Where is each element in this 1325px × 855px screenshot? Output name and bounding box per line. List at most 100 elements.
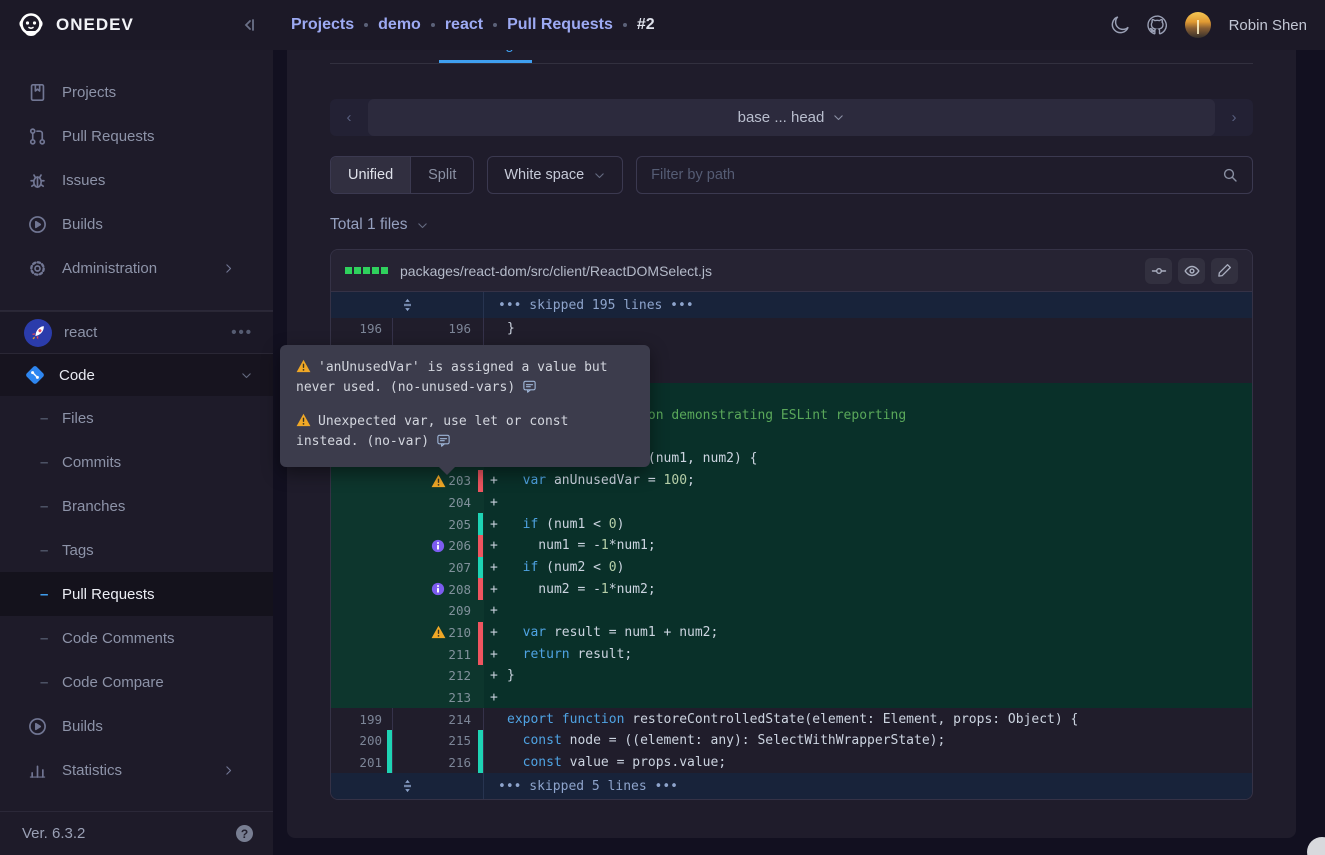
breadcrumb-demo[interactable]: demo [378,16,421,34]
view-commit-button[interactable] [1145,258,1172,284]
commit-icon [1151,263,1167,279]
book-icon [26,83,48,102]
new-line-number: 213 [393,687,484,709]
diff-sign: + [490,473,507,488]
dark-mode-icon[interactable] [1111,16,1129,34]
help-icon[interactable]: ? [236,825,253,842]
total-files-toggle[interactable]: Total 1 files [330,216,1253,234]
sidebar-item-statistics[interactable]: Statistics [0,748,273,792]
sidebar-subitem-commits[interactable]: –Commits [0,440,273,484]
diff-sign: + [490,582,507,597]
chevron-right-icon [217,764,239,777]
sidebar-subitem-files[interactable]: –Files [0,396,273,440]
breadcrumb-react[interactable]: react [445,16,483,34]
user-avatar[interactable] [1185,12,1211,38]
sidebar-subitem-code-compare[interactable]: –Code Compare [0,660,273,704]
old-line-number [331,513,393,535]
code-content: + if (num2 < 0) [484,557,1252,579]
breadcrumb-projects[interactable]: Projects [291,16,354,34]
navbar-actions: Robin Shen [1111,12,1325,38]
sidebar-subitem-code-comments[interactable]: –Code Comments [0,616,273,660]
collapse-sidebar-icon[interactable] [241,17,257,33]
diff-row-line-215[interactable]: 200215 const node = ((element: any): Sel… [331,730,1252,752]
change-blocks-indicator [345,267,388,274]
sidebar-subitem-label: Code Comments [62,630,253,647]
diff-row-line-196[interactable]: 196196} [331,318,1252,340]
next-file-arrow[interactable]: › [1215,109,1253,126]
tooltip-arrow [438,466,456,475]
diff-row-line-213[interactable]: 213+ [331,687,1252,709]
search-icon[interactable] [1222,167,1238,183]
project-name: react [64,324,231,341]
navbar-brand-area: ONEDEV [0,0,273,50]
diff-row-line-216[interactable]: 201216 const value = props.value; [331,752,1252,774]
sidebar-subitem-label: Tags [62,542,253,559]
sidebar-item-builds[interactable]: Builds [0,704,273,748]
expand-lines-button[interactable] [331,292,484,318]
diff-row-line-207[interactable]: 207+ if (num2 < 0) [331,557,1252,579]
breadcrumb-pull-requests[interactable]: Pull Requests [507,16,613,34]
code-content: + [484,600,1252,622]
diff-row-line-204[interactable]: 204+ [331,492,1252,514]
floating-button-peek[interactable] [1307,837,1325,855]
github-icon[interactable] [1147,15,1167,35]
lint-problem: 'anUnusedVar' is assigned a value but ne… [296,358,634,398]
split-mode-button[interactable]: Split [410,157,473,193]
sidebar-subitem-label: Branches [62,498,253,515]
diff-row-line-206[interactable]: 206+ num1 = -1*num1; [331,535,1252,557]
sidebar-item-pull-requests[interactable]: Pull Requests [0,114,273,158]
skipped-lines-label: ••• skipped 195 lines ••• [484,292,694,318]
dash-bullet: – [40,542,62,559]
add-comment-icon[interactable] [522,379,537,394]
unified-mode-button[interactable]: Unified [331,157,410,193]
breadcrumb-separator [493,23,497,27]
sidebar-subitem-branches[interactable]: –Branches [0,484,273,528]
diff-row-line-208[interactable]: 208+ num2 = -1*num2; [331,578,1252,600]
dash-bullet: – [40,454,62,471]
sidebar-project-react[interactable]: react ••• [0,311,273,354]
info-icon[interactable] [431,582,445,596]
new-line-number: 196 [393,318,484,340]
diff-row-line-205[interactable]: 205+ if (num1 < 0) [331,513,1252,535]
sidebar-item-builds[interactable]: Builds [0,202,273,246]
path-filter-input[interactable] [651,167,1222,183]
previous-file-arrow[interactable]: ‹ [330,109,368,126]
sidebar-item-projects[interactable]: Projects [0,70,273,114]
diff-row-line-212[interactable]: 212+} [331,665,1252,687]
edit-file-button[interactable] [1211,258,1238,284]
sidebar-item-issues[interactable]: Issues [0,158,273,202]
brand-name: ONEDEV [56,15,241,35]
project-more-button[interactable]: ••• [231,324,253,341]
whitespace-dropdown[interactable]: White space [487,156,623,194]
diff-row-line-210[interactable]: 210+ var result = num1 + num2; [331,622,1252,644]
add-comment-icon[interactable] [436,433,451,448]
warning-icon[interactable] [431,625,446,639]
revision-selector-button[interactable]: base ... head [368,99,1215,136]
code-content: + [484,492,1252,514]
play-icon [26,717,48,736]
diff-row-line-214[interactable]: 199214export function restoreControlledS… [331,708,1252,730]
new-line-number: 214 [393,708,484,730]
old-line-number [331,687,393,709]
sidebar-subitem-tags[interactable]: –Tags [0,528,273,572]
user-name[interactable]: Robin Shen [1229,17,1307,34]
new-line-number: 211 [393,643,484,665]
diff-row-line-211[interactable]: 211+ return result; [331,643,1252,665]
sidebar-item-administration[interactable]: Administration [0,246,273,290]
new-line-number: 208 [393,578,484,600]
coverage-bar-new [478,557,483,579]
diff-row-line-209[interactable]: 209+ [331,600,1252,622]
revision-range-label: base ... head [738,109,825,126]
pr-icon [26,127,48,146]
sidebar-subitem-pull-requests[interactable]: –Pull Requests [0,572,273,616]
diff-sign: + [490,560,507,575]
expand-lines-button[interactable] [331,773,484,799]
info-icon[interactable] [431,539,445,553]
diff-row-line-203[interactable]: 203+ var anUnusedVar = 100; [331,470,1252,492]
chevron-down-icon [593,169,606,182]
warning-icon[interactable] [431,474,446,488]
old-line-number [331,600,393,622]
sidebar-section-code[interactable]: Code [0,354,273,396]
breadcrumb-separator [623,23,627,27]
view-file-button[interactable] [1178,258,1205,284]
